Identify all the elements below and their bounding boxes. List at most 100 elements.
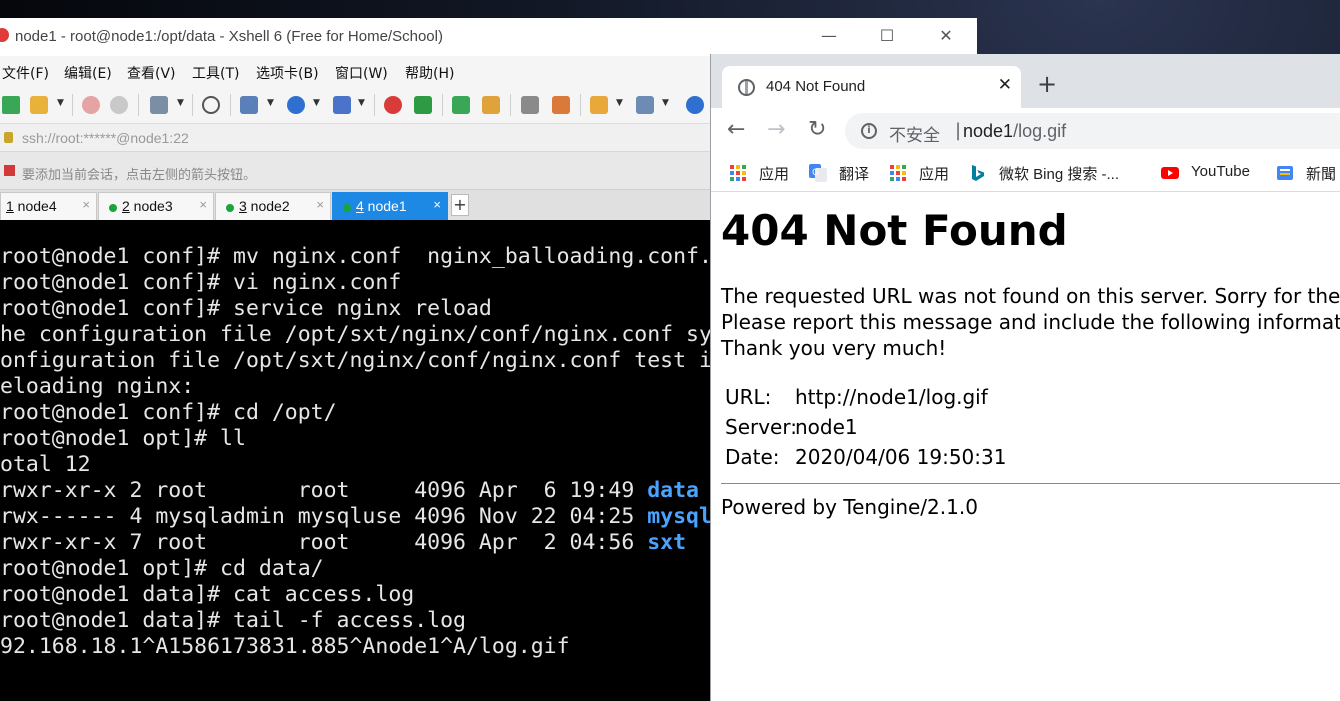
listing-text: rwxr-xr-x 7 root root 4096 Apr 2 04:56 — [0, 530, 648, 555]
tab-label: 2 node3 — [122, 198, 173, 214]
bookmark-label: 翻译 — [839, 166, 870, 183]
xshell-logo-icon[interactable] — [384, 96, 402, 114]
toolbar-divider — [138, 94, 139, 116]
terminal-line: onfiguration file /opt/sxt/nginx/conf/ng… — [0, 348, 712, 373]
menu-window[interactable]: 窗口(W) — [335, 63, 388, 83]
info-icon[interactable]: i — [861, 123, 877, 139]
transfer-dropdown-icon[interactable]: ▼ — [267, 98, 274, 108]
reconnect-icon[interactable] — [82, 96, 100, 114]
listing-text: rwxr-xr-x 2 root root 4096 Apr 6 19:49 — [0, 478, 648, 503]
menu-help[interactable]: 帮助(H) — [405, 63, 454, 83]
menu-tools[interactable]: 工具(T) — [192, 63, 239, 83]
terminal-line: root@node1 conf]# vi nginx.conf — [0, 270, 402, 295]
browser-tab-404[interactable]: 404 Not Found ✕ — [722, 66, 1021, 108]
terminal-line: root@node1 conf]# service nginx reload — [0, 296, 492, 321]
toolbar-divider — [230, 94, 231, 116]
close-icon[interactable]: × — [82, 197, 90, 212]
xftp-icon[interactable] — [414, 96, 432, 114]
new-tab-group-icon[interactable] — [590, 96, 608, 114]
url-separator: | — [955, 120, 962, 141]
error-message-line: Please report this message and include t… — [721, 310, 1340, 334]
help-icon[interactable] — [686, 96, 704, 114]
properties-dropdown-icon[interactable]: ▼ — [177, 98, 184, 108]
tab-group-dropdown-icon[interactable]: ▼ — [616, 98, 623, 108]
globe-icon — [738, 79, 755, 96]
search-icon[interactable] — [202, 96, 220, 114]
close-icon[interactable]: ✕ — [998, 75, 1012, 95]
chrome-window: 404 Not Found ✕ + ← → ↻ i 不安全 | node1/lo… — [710, 54, 1340, 701]
fullscreen-icon[interactable] — [452, 96, 470, 114]
keyboard-icon[interactable] — [521, 96, 539, 114]
bookmark-label: 新聞 — [1306, 166, 1337, 183]
toolbar-divider — [442, 94, 443, 116]
open-folder-icon[interactable] — [30, 96, 48, 114]
menu-view[interactable]: 查看(V) — [127, 63, 176, 83]
forward-button[interactable]: → — [767, 118, 785, 142]
font-icon[interactable] — [333, 96, 351, 114]
lock-icon — [4, 132, 13, 143]
disconnect-icon[interactable] — [110, 96, 128, 114]
address-bar[interactable]: i 不安全 | node1/log.gif — [845, 113, 1340, 149]
highlight-icon[interactable] — [552, 96, 570, 114]
terminal-line: root@node1 opt]# cd data/ — [0, 556, 324, 581]
google-translate-icon: G — [809, 164, 827, 182]
lock-icon[interactable] — [482, 96, 500, 114]
globe-icon[interactable] — [287, 96, 305, 114]
terminal-line: root@node1 data]# cat access.log — [0, 582, 415, 607]
toolbar-divider — [510, 94, 511, 116]
tab-node3[interactable]: 2 node3 × — [98, 192, 214, 220]
menu-tabs[interactable]: 选项卡(B) — [256, 63, 319, 83]
tab-node1[interactable]: 4 node1 × — [332, 192, 448, 220]
close-icon[interactable]: × — [316, 197, 324, 212]
bookmark-label: 应用 — [759, 166, 790, 183]
connected-status-icon — [343, 204, 351, 212]
transfer-icon[interactable] — [240, 96, 258, 114]
tab-node2[interactable]: 3 node2 × — [215, 192, 331, 220]
error-message-line: Thank you very much! — [721, 336, 947, 360]
toolbar-divider — [374, 94, 375, 116]
info-value-server: node1 — [795, 415, 858, 439]
new-session-icon[interactable] — [2, 96, 20, 114]
terminal-line: rwx------ 4 mysqladmin mysqluse 4096 Nov… — [0, 504, 712, 530]
add-tab-button[interactable]: + — [451, 194, 469, 216]
menu-file[interactable]: 文件(F) — [2, 63, 49, 83]
menu-edit[interactable]: 编辑(E) — [64, 63, 112, 83]
back-button[interactable]: ← — [727, 118, 745, 142]
bookmark-label: 微软 Bing 搜索 -... — [999, 166, 1120, 183]
globe-dropdown-icon[interactable]: ▼ — [313, 98, 320, 108]
maximize-button[interactable]: ☐ — [872, 24, 902, 48]
close-icon[interactable]: × — [433, 197, 441, 212]
tab-label: 1 node4 — [6, 198, 57, 214]
open-dropdown-icon[interactable]: ▼ — [57, 98, 64, 108]
layout-dropdown-icon[interactable]: ▼ — [662, 98, 669, 108]
tab-node4[interactable]: 1 node4 × — [0, 192, 97, 220]
close-icon[interactable]: × — [199, 197, 207, 212]
reload-button[interactable]: ↻ — [808, 118, 826, 142]
xshell-window-title: node1 - root@node1:/opt/data - Xshell 6 … — [15, 28, 443, 45]
font-dropdown-icon[interactable]: ▼ — [358, 98, 365, 108]
terminal-line: rwxr-xr-x 2 root root 4096 Apr 6 19:49 d… — [0, 478, 699, 504]
directory-name: mysql — [647, 504, 712, 529]
properties-icon[interactable] — [150, 96, 168, 114]
layout-icon[interactable] — [636, 96, 654, 114]
close-button[interactable]: ✕ — [931, 24, 961, 48]
browser-tab-title: 404 Not Found — [766, 78, 866, 95]
not-secure-label[interactable]: 不安全 — [889, 121, 940, 146]
new-tab-button[interactable]: + — [1037, 72, 1057, 96]
tab-name: node3 — [129, 198, 173, 214]
info-value-date: 2020/04/06 19:50:31 — [795, 445, 1007, 469]
minimize-button[interactable]: — — [814, 24, 844, 48]
tab-number: 4 — [356, 198, 364, 214]
news-icon — [1277, 166, 1293, 180]
listing-text: rwx------ 4 mysqladmin mysqluse 4096 Nov… — [0, 504, 648, 529]
session-address: ssh://root:******@node1:22 — [22, 130, 189, 146]
terminal-line: rwxr-xr-x 7 root root 4096 Apr 2 04:56 s… — [0, 530, 686, 556]
tab-number: 2 — [122, 198, 130, 214]
xshell-titlebar[interactable]: node1 - root@node1:/opt/data - Xshell 6 … — [0, 18, 977, 56]
svg-text:G: G — [812, 168, 819, 178]
terminal-line: root@node1 conf]# cd /opt/ — [0, 400, 337, 425]
bookmark-arrow-icon[interactable] — [4, 165, 15, 176]
tab-label: 4 node1 — [356, 198, 407, 214]
page-heading: 404 Not Found — [721, 206, 1068, 255]
info-label-server: Server: — [725, 415, 797, 439]
